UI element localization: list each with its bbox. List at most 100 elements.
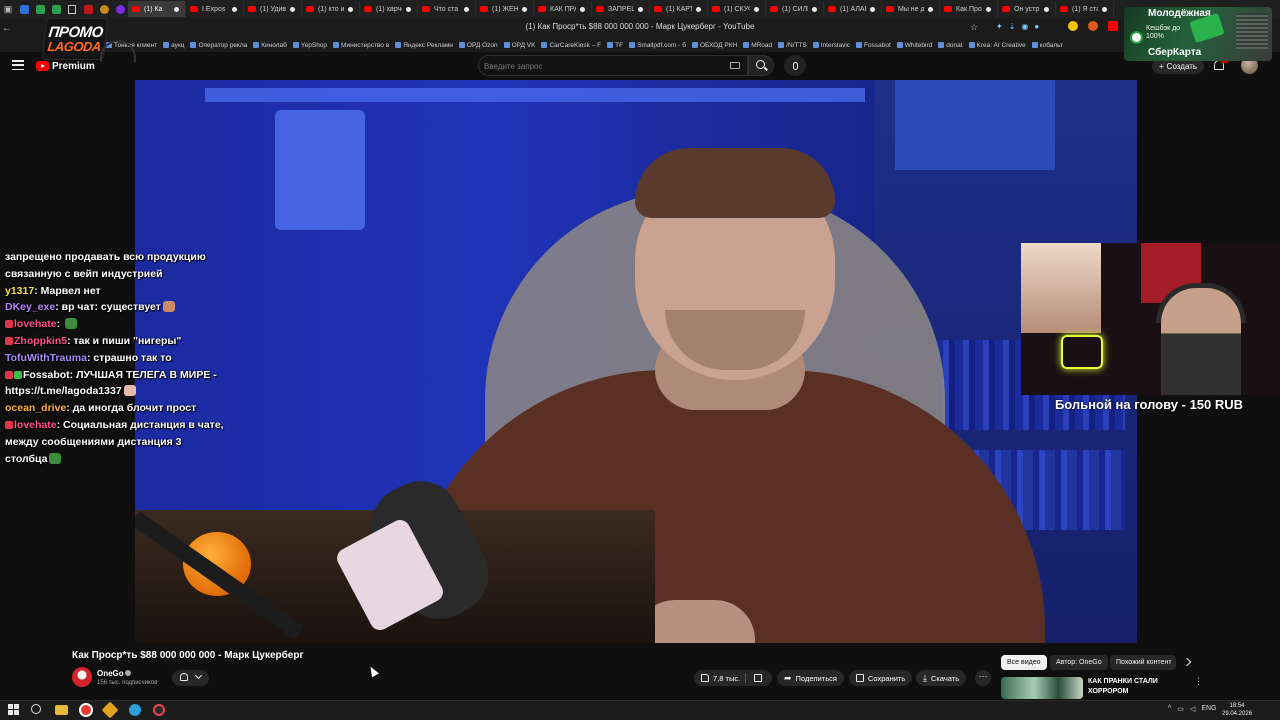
pinned-tab-icon[interactable] bbox=[64, 1, 80, 17]
audio-indicator-icon bbox=[696, 6, 701, 12]
telegram-icon[interactable] bbox=[129, 704, 141, 716]
pinned-tab-icon[interactable] bbox=[32, 1, 48, 17]
video-player[interactable] bbox=[135, 80, 1137, 643]
youtube-logo-icon[interactable] bbox=[36, 61, 49, 71]
bookmark-item[interactable]: TF bbox=[607, 42, 623, 49]
browser-tab[interactable]: Как Про bbox=[940, 1, 998, 17]
pinned-tab-icon[interactable] bbox=[112, 1, 128, 17]
voice-search-button[interactable] bbox=[784, 55, 806, 76]
extension-icon[interactable] bbox=[1108, 21, 1118, 31]
chevron-right-icon[interactable] bbox=[1182, 657, 1192, 667]
extension-icon[interactable] bbox=[1088, 21, 1098, 31]
keyboard-icon[interactable] bbox=[730, 62, 740, 69]
extension-icon[interactable] bbox=[1068, 21, 1078, 31]
stream-chat-overlay: запрещено продавать всю продукцию связан… bbox=[5, 249, 225, 467]
menu-icon[interactable] bbox=[12, 60, 24, 70]
bookmark-favicon-icon bbox=[190, 42, 197, 48]
more-actions-button[interactable]: ··· bbox=[975, 670, 991, 686]
bookmark-label: кобальт bbox=[1039, 41, 1064, 49]
search-input[interactable] bbox=[484, 59, 724, 73]
bookmark-label: ОБХОД РКН bbox=[699, 41, 738, 49]
related-video-title[interactable]: КАК ПРАНКИ СТАЛИ ХОРРОРОМ bbox=[1088, 677, 1178, 697]
system-tray-icons[interactable]: ^ ▭ ◁ ENG bbox=[1168, 705, 1216, 713]
chip-all-videos[interactable]: Все видео bbox=[1001, 655, 1047, 670]
dislike-button[interactable] bbox=[749, 670, 772, 686]
bookmark-item[interactable]: ОРД Ozon bbox=[458, 42, 498, 49]
browser-tab[interactable]: Он устр bbox=[998, 1, 1056, 17]
browser-title-bar: ← (1) Как Проср*ть $88 000 000 000 - Мар… bbox=[0, 18, 1280, 38]
chat-message: Fossabot: ЛУЧШАЯ ТЕЛЕГА В МИРЕ - https:/… bbox=[5, 367, 225, 401]
bookmark-favicon-icon bbox=[395, 42, 402, 48]
bookmark-item[interactable]: ОРД VK bbox=[503, 42, 535, 49]
tab-actions-icon[interactable]: ▣ bbox=[0, 1, 16, 17]
browser-tab[interactable]: Мы не д bbox=[882, 1, 940, 17]
bookmark-item[interactable]: аукц bbox=[163, 42, 184, 49]
bookmark-item[interactable]: YepShop bbox=[292, 42, 327, 49]
download-button[interactable]: ⤓ Скачать bbox=[916, 670, 967, 686]
youtube-favicon-icon bbox=[306, 6, 314, 12]
related-video-thumbnail[interactable] bbox=[1001, 677, 1083, 699]
browser-tab[interactable]: (1) АЛАБУ bbox=[824, 1, 882, 17]
bookmark-item[interactable]: CarCareKiosk – F bbox=[541, 42, 601, 49]
youtube-favicon-icon bbox=[596, 6, 604, 12]
audio-indicator-icon bbox=[870, 6, 875, 12]
subscription-bell-button[interactable] bbox=[172, 670, 209, 686]
pinned-tab-icon[interactable] bbox=[16, 1, 32, 17]
more-vert-icon[interactable]: ⋮ bbox=[1194, 676, 1203, 687]
browser-tab[interactable]: (1) харчев bbox=[360, 1, 418, 17]
save-button[interactable]: Сохранить bbox=[849, 670, 913, 686]
youtube-premium-label[interactable]: Premium bbox=[52, 61, 95, 72]
search-taskbar-icon[interactable] bbox=[31, 704, 41, 714]
bookmark-label: Fossabot bbox=[864, 41, 891, 49]
bookmark-item[interactable]: donat bbox=[938, 42, 963, 49]
bookmark-item[interactable]: MRoad bbox=[743, 42, 772, 49]
bookmark-favicon-icon bbox=[812, 42, 819, 48]
taskbar-clock[interactable]: 18:54 29.04.2026 bbox=[1222, 702, 1252, 718]
pinned-tab-icon[interactable] bbox=[80, 1, 96, 17]
extensions-icons[interactable]: ✦⇣◉● bbox=[996, 22, 1045, 31]
browser-tab[interactable]: (1) Я стал bbox=[1056, 1, 1114, 17]
browser-tab[interactable]: ЗАПРЕЩЕ bbox=[592, 1, 650, 17]
bookmark-item[interactable]: кобальт bbox=[1031, 41, 1064, 49]
yandex-browser-icon[interactable] bbox=[79, 703, 93, 717]
channel-avatar[interactable] bbox=[72, 667, 92, 687]
browser-tab[interactable]: (1) КАРТА bbox=[650, 1, 708, 17]
bookmark-item[interactable]: /N/TTS bbox=[778, 42, 807, 49]
pinned-tab-icon[interactable] bbox=[48, 1, 64, 17]
pinned-tab-icon[interactable] bbox=[96, 1, 112, 17]
windows-start-icon[interactable] bbox=[8, 704, 19, 715]
tab-label: (1) кто и з bbox=[318, 5, 344, 13]
browser-tab[interactable]: (1) ЖЕНСК bbox=[476, 1, 534, 17]
browser-tab[interactable]: (1) кто и з bbox=[302, 1, 360, 17]
bookmark-star-icon[interactable]: ☆ bbox=[970, 22, 978, 33]
browser-tab[interactable]: КАК ПРАН bbox=[534, 1, 592, 17]
bookmark-item[interactable]: Кинолаб bbox=[253, 42, 287, 49]
bookmark-item[interactable]: Fossabot bbox=[856, 42, 891, 49]
browser-tab[interactable]: (1) Ка bbox=[128, 1, 186, 17]
audio-indicator-icon bbox=[174, 6, 179, 12]
browser-tab[interactable]: (1) СИЛЬН bbox=[766, 1, 824, 17]
promo-line1: ПРОМО bbox=[47, 23, 104, 41]
bookmark-label: Krea: AI Creative bbox=[976, 41, 1026, 49]
browser-tab[interactable]: I Expos bbox=[186, 1, 244, 17]
channel-name[interactable]: OneGo bbox=[97, 669, 124, 678]
file-explorer-icon[interactable] bbox=[55, 705, 68, 715]
share-button[interactable]: ➦ Поделиться bbox=[777, 670, 844, 686]
chip-similar[interactable]: Похожий контент bbox=[1110, 655, 1176, 670]
tab-label: ЗАПРЕЩЕ bbox=[608, 5, 634, 13]
browser-tab[interactable]: (1) СКУФ bbox=[708, 1, 766, 17]
browser-tab[interactable]: Что ста bbox=[418, 1, 476, 17]
bookmark-item[interactable]: Оператор рекла bbox=[190, 42, 247, 49]
app-icon[interactable] bbox=[153, 704, 165, 716]
browser-tab[interactable]: (1) Удиви bbox=[244, 1, 302, 17]
bookmark-item[interactable]: Министерство в bbox=[333, 42, 389, 49]
chat-text: Марвел нет bbox=[40, 284, 101, 297]
webcam-window-light bbox=[1021, 243, 1101, 333]
chip-author[interactable]: Автор: OneGo bbox=[1050, 655, 1108, 670]
bookmark-item[interactable]: Whitebird bbox=[896, 42, 932, 49]
bookmark-item[interactable]: ОБХОД РКН bbox=[691, 41, 738, 49]
bookmark-item[interactable]: Яндекс Рекламн bbox=[395, 42, 453, 49]
bookmark-item[interactable]: Interslavic bbox=[812, 42, 850, 49]
bookmark-item[interactable]: Krea: AI Creative bbox=[968, 41, 1026, 49]
bookmark-item[interactable]: Smallpdf.com - б bbox=[629, 42, 686, 49]
